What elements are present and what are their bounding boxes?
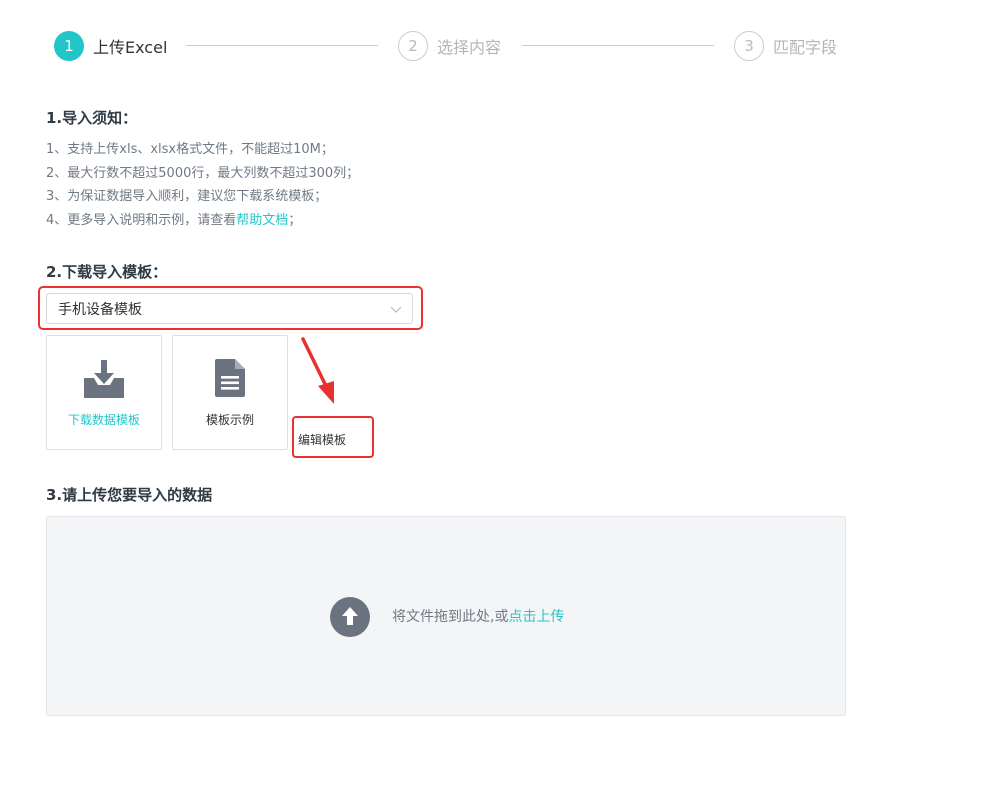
notice-item: 1、支持上传xls、xlsx格式文件，不能超过10M； bbox=[46, 142, 334, 157]
step-3-number: 3 bbox=[734, 31, 764, 61]
step-1[interactable]: 1 上传Excel bbox=[54, 30, 167, 62]
step-connector bbox=[522, 45, 714, 46]
step-1-number: 1 bbox=[54, 31, 84, 61]
template-example-card[interactable]: 模板示例 bbox=[172, 335, 288, 450]
edit-template-button[interactable]: 编辑模板 bbox=[298, 431, 346, 448]
template-select-value: 手机设备模板 bbox=[58, 301, 142, 318]
upload-data-title: 3.请上传您要导入的数据 bbox=[46, 486, 213, 504]
template-select[interactable]: 手机设备模板 bbox=[46, 293, 413, 324]
step-2-label: 选择内容 bbox=[437, 38, 502, 57]
annotation-arrow-icon bbox=[301, 337, 334, 404]
import-notice-list: 1、支持上传xls、xlsx格式文件，不能超过10M； 2、最大行数不超过500… bbox=[46, 138, 359, 232]
upload-hint: 将文件拖到此处,或点击上传 bbox=[392, 606, 564, 626]
notice-item-text: 4、更多导入说明和示例，请查看 bbox=[46, 212, 237, 228]
notice-item: 2、最大行数不超过5000行，最大列数不超过300列； bbox=[46, 165, 360, 181]
step-1-label: 上传Excel bbox=[93, 38, 168, 57]
upload-dropzone[interactable]: 将文件拖到此处,或点击上传 bbox=[46, 516, 846, 716]
upload-hint-text: 将文件拖到此处,或 bbox=[392, 609, 509, 625]
import-notice-title: 1.导入须知： bbox=[46, 109, 138, 127]
document-icon bbox=[173, 358, 287, 398]
download-tray-icon bbox=[47, 358, 161, 400]
click-upload-link[interactable]: 点击上传 bbox=[508, 609, 564, 625]
download-template-card[interactable]: 下载数据模板 bbox=[46, 335, 162, 450]
step-connector bbox=[186, 45, 378, 46]
step-2[interactable]: 2 选择内容 bbox=[398, 30, 501, 62]
download-template-label: 下载数据模板 bbox=[67, 413, 140, 427]
notice-item-suffix: ； bbox=[288, 212, 302, 228]
chevron-down-icon bbox=[390, 306, 402, 313]
steps-bar: 1 上传Excel 2 选择内容 3 匹配字段 bbox=[54, 30, 854, 62]
step-2-number: 2 bbox=[398, 31, 428, 61]
notice-item: 3、为保证数据导入顺利，建议您下载系统模板； bbox=[46, 189, 328, 204]
notice-item: 4、更多导入说明和示例，请查看帮助文档； bbox=[46, 209, 359, 233]
download-template-title: 2.下载导入模板： bbox=[46, 263, 168, 281]
template-example-label: 模板示例 bbox=[205, 413, 254, 427]
step-3[interactable]: 3 匹配字段 bbox=[734, 30, 837, 62]
step-3-label: 匹配字段 bbox=[773, 38, 838, 57]
help-doc-link[interactable]: 帮助文档 bbox=[236, 213, 288, 228]
upload-icon bbox=[330, 597, 370, 637]
